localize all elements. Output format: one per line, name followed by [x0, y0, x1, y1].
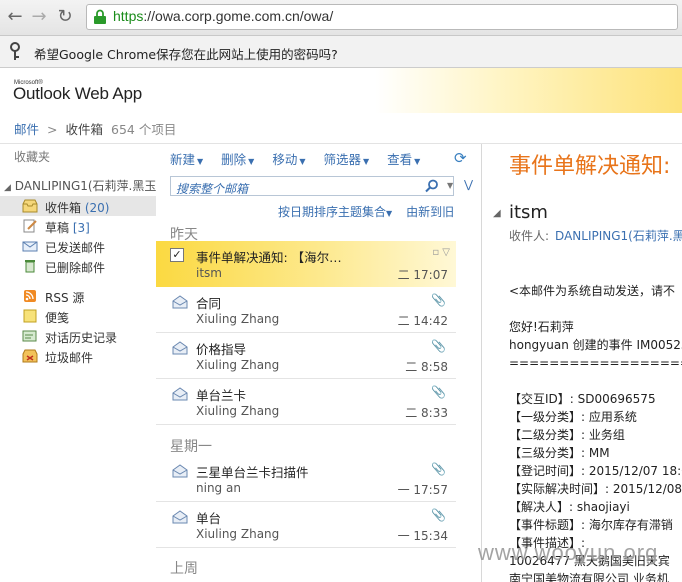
folder-sent[interactable]: 已发送邮件	[0, 236, 156, 256]
message-body: <本邮件为系统自动发送，请不 您好!石莉萍 hongyuan 创建的事件 IM0…	[509, 284, 682, 582]
folder-pane: 收藏夹 ◢ DANLIPING1(石莉萍.黑玉 收件箱 (20) 草稿 [3] …	[0, 144, 156, 582]
app-title: Outlook Web App	[13, 84, 142, 103]
account-node[interactable]: ◢ DANLIPING1(石莉萍.黑玉	[4, 177, 156, 194]
back-icon[interactable]: ←	[4, 6, 26, 28]
owa-header: Microsoft® Outlook Web App	[0, 68, 682, 113]
filter-button[interactable]: 筛选器 ▼	[323, 152, 369, 167]
attachment-icon: 📎	[431, 462, 446, 476]
key-icon	[10, 42, 20, 60]
sent-icon	[22, 241, 38, 252]
inbox-icon	[22, 199, 38, 213]
message-row[interactable]: ✓ 事件单解决通知: 【海尔… ▫ ▽ itsm 二 17:07	[156, 241, 456, 287]
password-infobar: 希望Google Chrome保存您在此网站上使用的密码吗?	[0, 36, 682, 68]
message-sender: Xiuling Zhang	[196, 404, 280, 418]
message-row[interactable]: 三星单台兰卡扫描件 📎 ning an 一 17:57	[156, 456, 456, 502]
search-options-chevron-icon[interactable]: ▼	[447, 181, 453, 190]
message-time: 一 15:34	[397, 529, 448, 543]
folder-junk[interactable]: 垃圾邮件	[0, 346, 156, 366]
sort-bar: 按日期排序主题集合▼ 由新到旧	[278, 205, 455, 219]
message-time: 二 8:33	[405, 406, 448, 420]
message-row[interactable]: 单台 📎 Xiuling Zhang 一 15:34	[156, 502, 456, 548]
attachment-icon: 📎	[431, 293, 446, 307]
envelope-open-icon	[172, 510, 188, 524]
recipient-link[interactable]: DANLIPING1(石莉萍.黑	[555, 229, 682, 243]
reload-icon[interactable]: ↻	[54, 6, 76, 28]
collapse-header-icon[interactable]: ◢	[493, 208, 501, 219]
breadcrumb: 邮件 > 收件箱 654 个项目	[14, 119, 176, 138]
search-input[interactable]: 搜索整个邮箱 ▼	[170, 176, 454, 196]
message-subject: 单台	[196, 511, 222, 526]
message-sender: itsm	[196, 266, 222, 280]
attachment-icon: 📎	[431, 339, 446, 353]
view-button[interactable]: 查看 ▼	[387, 152, 420, 167]
breadcrumb-separator: >	[47, 122, 58, 137]
lock-icon	[94, 9, 106, 24]
folder-rss[interactable]: RSS 源	[0, 286, 156, 306]
message-time: 一 17:57	[397, 483, 448, 497]
folder-notes[interactable]: 便笺	[0, 306, 156, 326]
message-sender: Xiuling Zhang	[196, 312, 280, 326]
reading-recipients: 收件人: DANLIPING1(石莉萍.黑	[509, 227, 682, 244]
message-list-pane: 新建 ▼ 删除 ▼ 移动 ▼ 筛选器 ▼ 查看 ▼ ⟳ 搜索整个邮箱 ▼ ⋁ 按日期排序主…	[156, 144, 482, 582]
message-time: 二 8:58	[405, 360, 448, 374]
message-subject: 价格指导	[196, 342, 247, 357]
reading-sender[interactable]: itsm	[509, 202, 548, 223]
message-subject: 三星单台兰卡扫描件	[196, 465, 309, 480]
url-text: https://owa.corp.gome.com.cn/owa/	[113, 8, 334, 24]
message-sender: Xiuling Zhang	[196, 527, 280, 541]
attachment-icon: 📎	[431, 385, 446, 399]
watermark: www.wooyun.org	[478, 540, 659, 565]
flag-icon[interactable]: ▫ ▽	[432, 247, 450, 258]
envelope-open-icon	[172, 295, 188, 309]
refresh-icon[interactable]: ⟳	[454, 149, 470, 167]
message-subject: 事件单解决通知: 【海尔…	[196, 250, 342, 265]
address-bar[interactable]: https://owa.corp.gome.com.cn/owa/	[86, 4, 678, 30]
message-row[interactable]: 单台兰卡 📎 Xiuling Zhang 二 8:33	[156, 379, 456, 425]
message-time: 二 14:42	[397, 314, 448, 328]
browser-toolbar: ← → ↻ https://owa.corp.gome.com.cn/owa/	[0, 0, 682, 36]
junk-icon	[22, 349, 38, 363]
envelope-open-icon	[172, 341, 188, 355]
envelope-open-icon	[172, 387, 188, 401]
message-subject: 合同	[196, 296, 222, 311]
message-time: 二 17:07	[397, 268, 448, 282]
message-row[interactable]: 合同 📎 Xiuling Zhang 二 14:42	[156, 287, 456, 333]
delete-button[interactable]: 删除 ▼	[221, 152, 254, 167]
favorites-label[interactable]: 收藏夹	[14, 148, 50, 165]
folder-conversation-history[interactable]: 对话历史记录	[0, 326, 156, 346]
deleted-icon	[25, 260, 35, 273]
message-subject: 单台兰卡	[196, 388, 247, 403]
breadcrumb-folder: 收件箱	[65, 122, 104, 137]
reading-pane: 事件单解决通知: ◢ itsm 收件人: DANLIPING1(石莉萍.黑 <本邮…	[483, 144, 682, 582]
list-toolbar: 新建 ▼ 删除 ▼ 移动 ▼ 筛选器 ▼ 查看 ▼	[170, 149, 434, 168]
expand-chevron-icon[interactable]: ⋁	[464, 178, 473, 191]
envelope-open-icon	[172, 464, 188, 478]
folder-deleted[interactable]: 已删除邮件	[0, 256, 156, 276]
search-icon[interactable]	[425, 179, 439, 193]
item-count: 654 个项目	[111, 122, 177, 137]
reading-subject: 事件单解决通知:	[509, 154, 671, 179]
forward-icon[interactable]: →	[28, 6, 50, 28]
group-header-last-week: 上周	[170, 561, 198, 577]
conversation-icon	[22, 330, 37, 342]
new-button[interactable]: 新建 ▼	[170, 152, 203, 167]
message-sender: Xiuling Zhang	[196, 358, 280, 372]
drafts-icon	[23, 219, 37, 233]
sort-order-button[interactable]: 由新到旧	[406, 205, 454, 219]
folder-inbox[interactable]: 收件箱 (20)	[0, 196, 156, 216]
message-checkbox[interactable]: ✓	[170, 248, 184, 262]
move-button[interactable]: 移动 ▼	[272, 152, 305, 167]
arrange-by-button[interactable]: 按日期排序主题集合	[278, 205, 386, 219]
message-row[interactable]: 价格指导 📎 Xiuling Zhang 二 8:58	[156, 333, 456, 379]
infobar-message: 希望Google Chrome保存您在此网站上使用的密码吗?	[34, 47, 338, 62]
group-header-monday: 星期一	[170, 439, 212, 455]
notes-icon	[23, 309, 37, 323]
breadcrumb-mail[interactable]: 邮件	[14, 122, 39, 137]
search-placeholder: 搜索整个邮箱	[176, 182, 249, 196]
folder-drafts[interactable]: 草稿 [3]	[0, 216, 156, 236]
attachment-icon: 📎	[431, 508, 446, 522]
rss-icon	[24, 290, 36, 302]
message-sender: ning an	[196, 481, 241, 495]
